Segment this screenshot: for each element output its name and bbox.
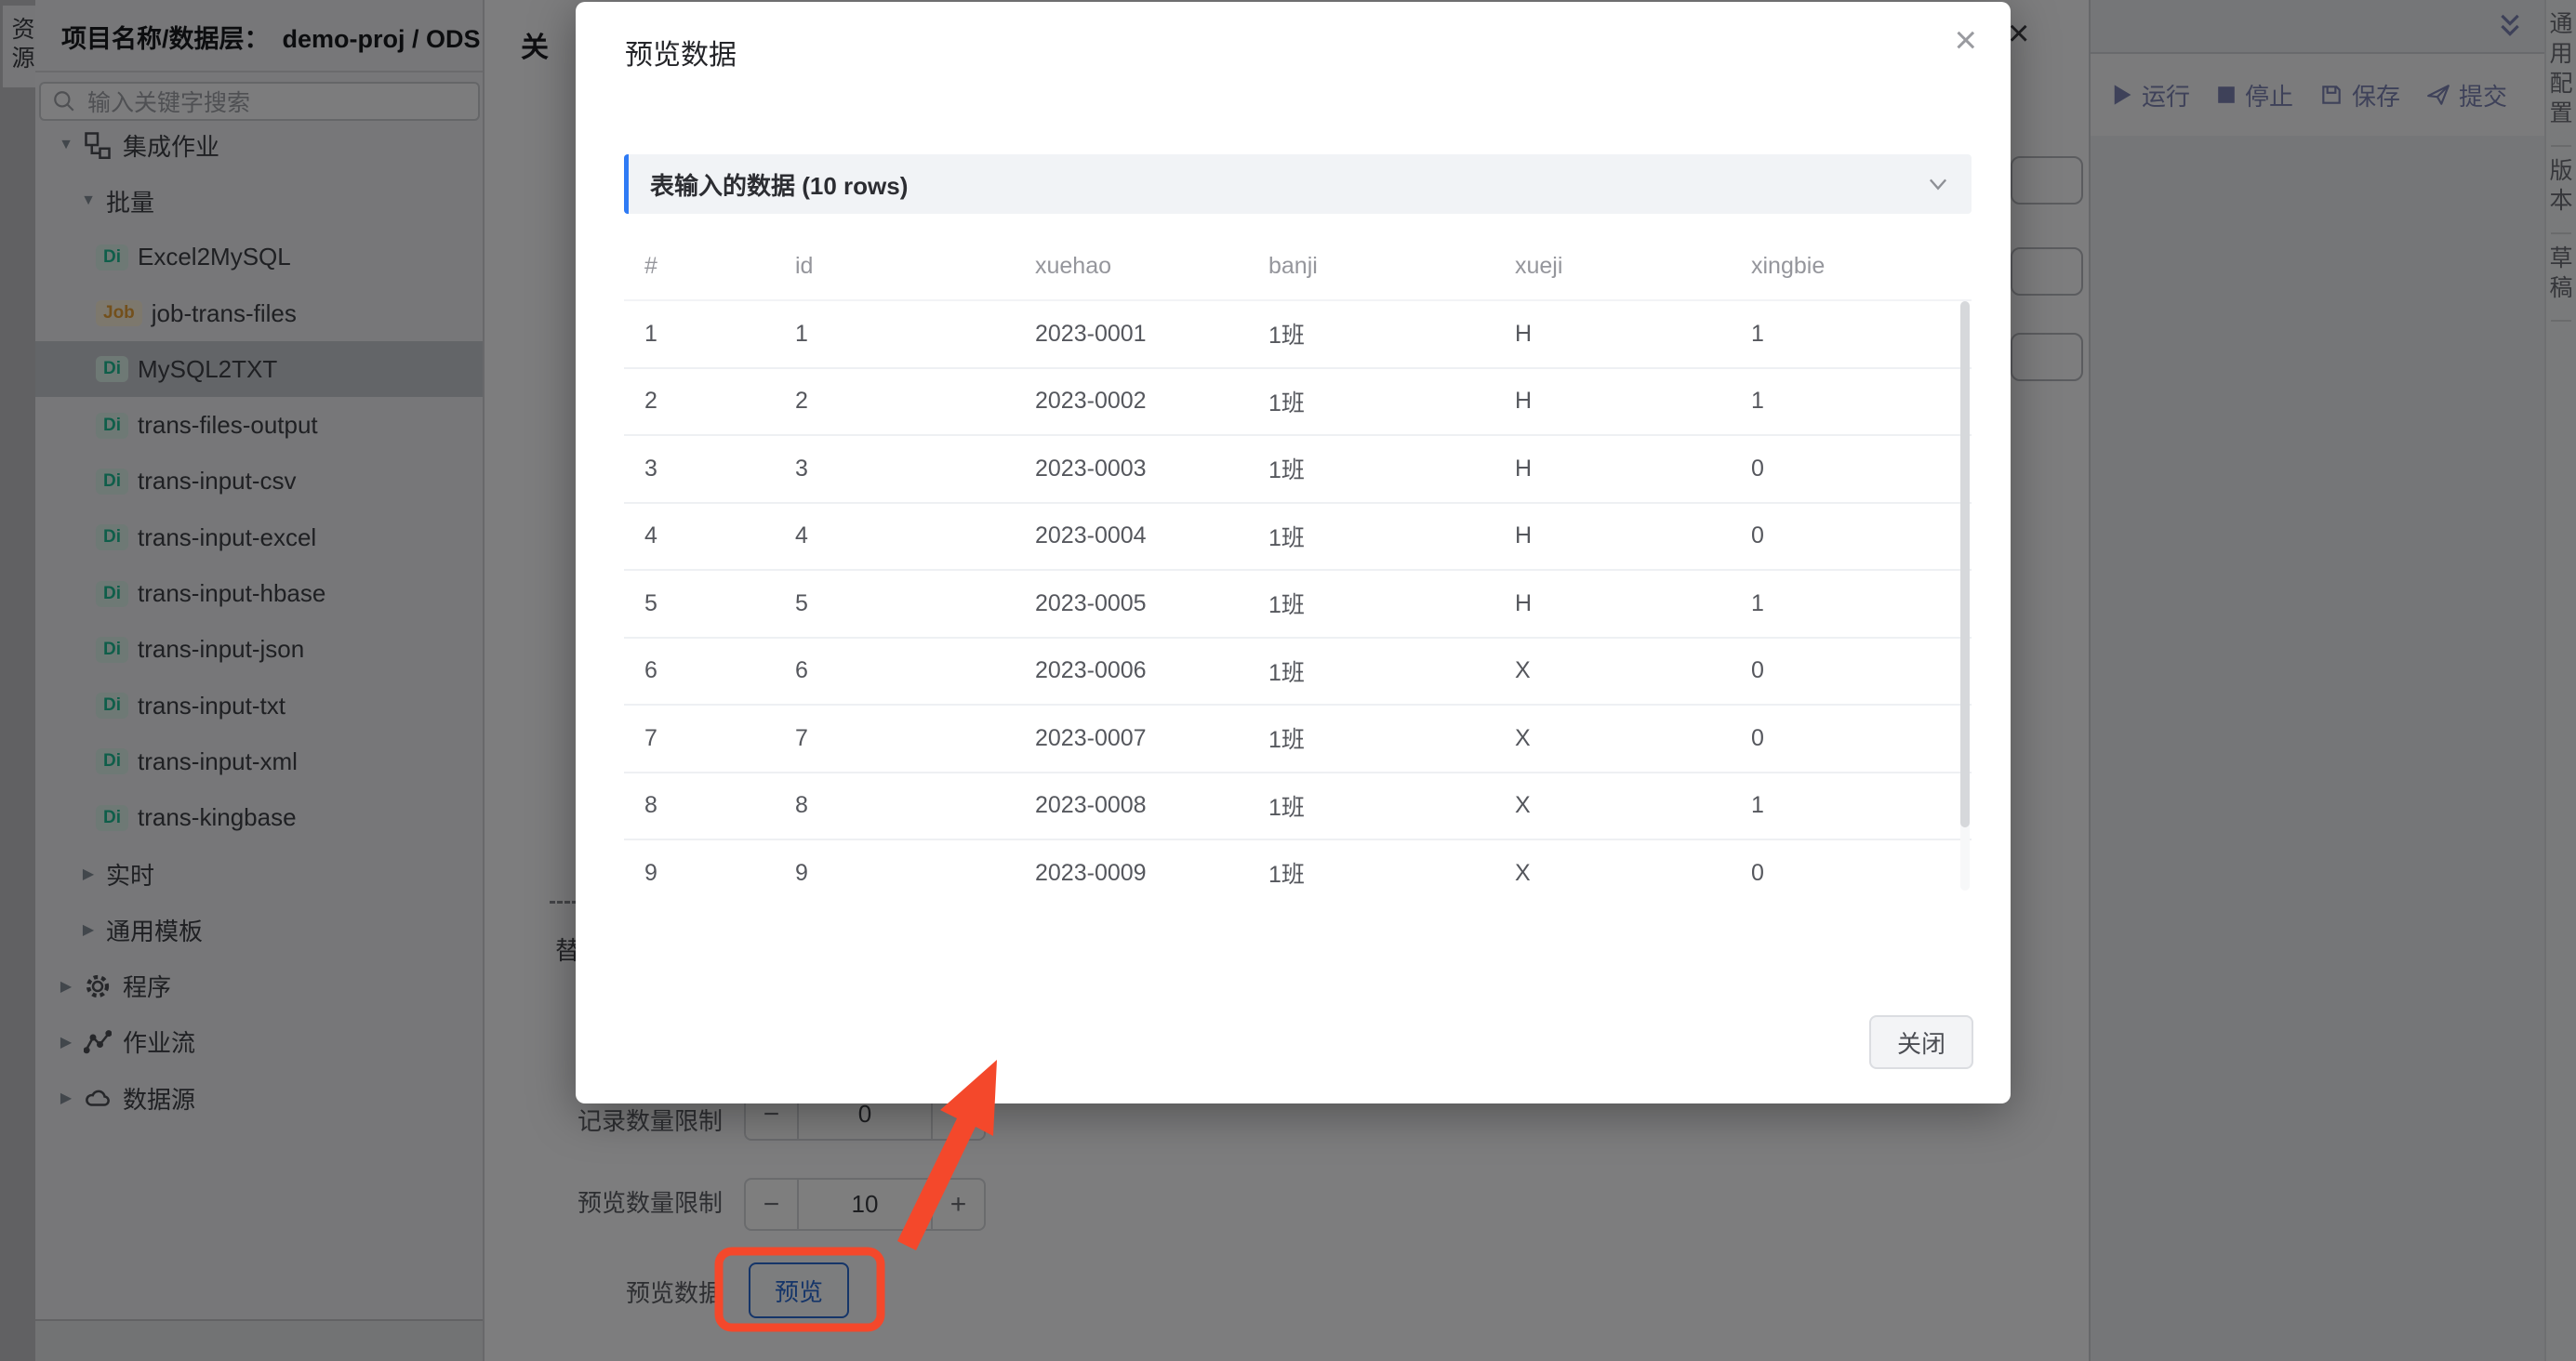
modal-close-icon[interactable]: × (1954, 20, 1977, 59)
table-cell: 2023-0005 (1035, 589, 1147, 616)
table-cell: 1班 (1268, 862, 1305, 889)
table-cell: 8 (795, 792, 808, 819)
table-cell: 1 (1751, 320, 1764, 347)
table-cell: H (1515, 522, 1533, 549)
col-header: # (644, 252, 657, 279)
table-cell: 5 (795, 589, 808, 616)
scrollbar-thumb[interactable] (1960, 301, 1970, 827)
table-cell: 2023-0002 (1035, 388, 1147, 415)
table-cell: 0 (1751, 859, 1764, 886)
table-cell: X (1515, 859, 1531, 886)
table-cell: 0 (1751, 724, 1764, 751)
chevron-down-icon[interactable] (1925, 171, 1951, 197)
col-header: xueji (1515, 252, 1563, 279)
col-header: xingbie (1751, 252, 1826, 279)
preview-data-modal: 预览数据 × 表输入的数据 (10 rows) # id xuehao banj… (576, 2, 2011, 1103)
app-window: 资源 项目名称/数据层：demo-proj / ODS 输入关键字搜索 ▼集成作… (0, 0, 2576, 1361)
table-cell: 2 (644, 388, 657, 415)
table-row: 4 4 2023-0004 1班 H 0 (624, 504, 1972, 571)
table-row: 2 2 2023-0002 1班 H 1 (624, 369, 1972, 436)
table-cell: X (1515, 657, 1531, 684)
table-cell: 2023-0009 (1035, 859, 1147, 886)
table-cell: X (1515, 792, 1531, 819)
table-cell: 0 (1751, 657, 1764, 684)
table-cell: 9 (795, 859, 808, 886)
table-cell: 1班 (1268, 390, 1305, 416)
preview-table-header: # id xuehao banji xueji xingbie (624, 232, 1972, 299)
table-scrollbar[interactable] (1960, 301, 1970, 891)
table-cell: 3 (795, 455, 808, 482)
table-cell: 1 (1751, 589, 1764, 616)
table-cell: X (1515, 724, 1531, 751)
table-cell: 7 (644, 724, 657, 751)
table-row: 3 3 2023-0003 1班 H 0 (624, 436, 1972, 504)
table-cell: 6 (795, 657, 808, 684)
modal-title: 预览数据 (625, 40, 737, 71)
close-button[interactable]: 关闭 (1869, 1015, 1973, 1069)
table-cell: 4 (795, 522, 808, 549)
col-header: banji (1268, 252, 1318, 279)
table-cell: 1班 (1268, 727, 1305, 754)
table-cell: 1 (644, 320, 657, 347)
preview-table-body: 1 1 2023-0001 1班 H 1 2 2 2023-0002 1班 H 1 3 3 2023-000… (624, 299, 1972, 892)
table-cell: 5 (644, 589, 657, 616)
table-cell: 3 (644, 455, 657, 482)
table-cell: 8 (644, 792, 657, 819)
collapse-header-label: 表输入的数据 (10 rows) (650, 171, 909, 200)
table-cell: 2023-0004 (1035, 522, 1147, 549)
table-cell: 1班 (1268, 524, 1305, 551)
table-cell: 1 (1751, 792, 1764, 819)
table-cell: 1班 (1268, 592, 1305, 619)
table-cell: 2023-0003 (1035, 455, 1147, 482)
table-cell: 1 (1751, 388, 1764, 415)
table-cell: 0 (1751, 522, 1764, 549)
table-row: 1 1 2023-0001 1班 H 1 (624, 301, 1972, 369)
table-cell: 7 (795, 724, 808, 751)
table-input-collapse-header[interactable]: 表输入的数据 (10 rows) (624, 154, 1972, 214)
table-cell: 6 (644, 657, 657, 684)
table-row: 7 7 2023-0007 1班 X 0 (624, 706, 1972, 773)
table-cell: 2023-0006 (1035, 657, 1147, 684)
table-row: 6 6 2023-0006 1班 X 0 (624, 639, 1972, 706)
table-cell: H (1515, 455, 1533, 482)
table-cell: H (1515, 320, 1533, 347)
table-row: 5 5 2023-0005 1班 H 1 (624, 571, 1972, 639)
table-cell: 4 (644, 522, 657, 549)
table-cell: 2023-0008 (1035, 792, 1147, 819)
table-cell: 1班 (1268, 457, 1305, 484)
table-cell: 2 (795, 388, 808, 415)
table-cell: 2023-0001 (1035, 320, 1147, 347)
accent-bar (624, 154, 629, 214)
col-header: id (795, 252, 814, 279)
table-cell: 9 (644, 859, 657, 886)
col-header: xuehao (1035, 252, 1112, 279)
table-row: 8 8 2023-0008 1班 X 1 (624, 773, 1972, 840)
table-row: 9 9 2023-0009 1班 X 0 (624, 840, 1972, 892)
table-cell: 1班 (1268, 794, 1305, 821)
table-cell: 1 (795, 320, 808, 347)
table-cell: H (1515, 388, 1533, 415)
table-cell: 1班 (1268, 323, 1305, 350)
table-cell: 1班 (1268, 659, 1305, 686)
table-cell: 0 (1751, 455, 1764, 482)
table-cell: H (1515, 589, 1533, 616)
table-cell: 2023-0007 (1035, 724, 1147, 751)
